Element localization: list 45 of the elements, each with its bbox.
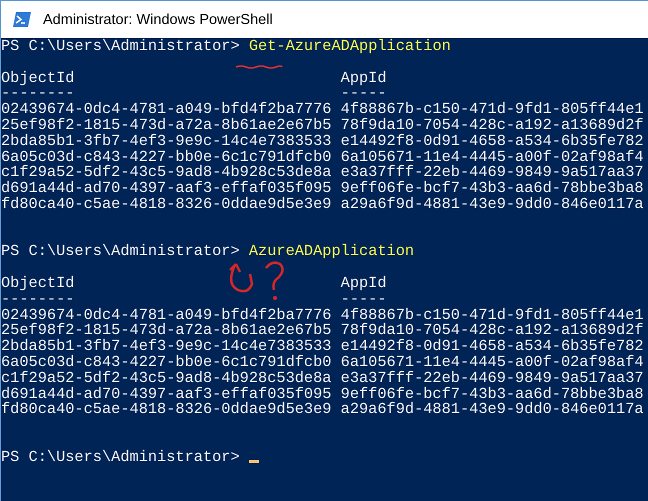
id-cell-text: d691a44d-ad70-4397-aaf3-effaf035f095 [1, 386, 332, 402]
id-cell-text: 6a105671-11e4-4445-a00f-02af98af4 [340, 354, 645, 371]
column-header: AppId [340, 276, 388, 292]
prompt-text: PS C:\Users\Administrator> [1, 244, 240, 260]
id-cell-text: 2bda85b1-3fb7-4ef3-9e9c-14c4e7383533 [1, 134, 332, 150]
id-cell-text: 02439674-0dc4-4781-a049-bfd4f2ba7776 [1, 308, 332, 324]
id-cell-text: 2bda85b1-3fb7-4ef3-9e9c-14c4e7383533 [1, 339, 332, 355]
id-cell-text: 4f88867b-c150-471d-9fd1-805ff44e1 [340, 102, 645, 118]
id-cell-text: a29a6f9d-4881-43e9-9dd0-846e0117a [340, 402, 645, 418]
id-cell-text: 25ef98f2-1815-473d-a72a-8b61ae2e67b5 [1, 323, 332, 340]
id-cell-text: 6a105671-11e4-4445-a00f-02af98af4 [340, 150, 645, 166]
column-header: ObjectId [1, 276, 76, 292]
id-cell-text: 4f88867b-c150-471d-9fd1-805ff44e1 [340, 308, 645, 324]
header-rule: ----- [340, 86, 387, 102]
text-cursor [248, 460, 259, 463]
id-cell-text: c1f29a52-5df2-43c5-9ad8-4b928c53de8a [1, 370, 332, 387]
id-cell-text: d691a44d-ad70-4397-aaf3-effaf035f095 [1, 181, 332, 197]
id-cell-text: 78f9da10-7054-428c-a192-a13689d2f [340, 118, 645, 134]
id-cell-text: a29a6f9d-4881-43e9-9dd0-846e0117a [340, 196, 645, 213]
id-cell-text: 6a05c03d-c843-4227-bb0e-6c1c791dfcb0 [1, 150, 332, 166]
id-cell-text: e3a37fff-22eb-4469-9849-9a517aa37 [340, 165, 645, 182]
window-title: Administrator: Windows PowerShell [43, 12, 273, 28]
id-cell-text: fd80ca40-c5ae-4818-8326-0ddae9d5e3e9 [1, 196, 332, 213]
column-header: ObjectId [1, 70, 76, 86]
powershell-icon [13, 12, 31, 27]
id-cell-text: 9eff06fe-bcf7-43b3-aa6d-78bbe3ba8 [340, 181, 645, 197]
id-cell-text: 02439674-0dc4-4781-a049-bfd4f2ba7776 [1, 102, 332, 118]
header-rule: -------- [1, 292, 74, 308]
id-cell-text: 6a05c03d-c843-4227-bb0e-6c1c791dfcb0 [1, 354, 332, 371]
id-cell-text: e3a37fff-22eb-4469-9849-9a517aa37 [340, 370, 645, 387]
underline-scribble [235, 64, 283, 70]
column-header: AppId [340, 70, 388, 86]
id-cell-text: 25ef98f2-1815-473d-a72a-8b61ae2e67b5 [1, 118, 332, 134]
id-cell-text: c1f29a52-5df2-43c5-9ad8-4b928c53de8a [1, 165, 332, 182]
id-cell-text: 78f9da10-7054-428c-a192-a13689d2f [340, 323, 645, 340]
prompt-text: PS C:\Users\Administrator> [1, 450, 240, 466]
command-text: AzureADApplication [248, 244, 414, 260]
header-rule: ----- [340, 292, 387, 308]
id-cell-text: 9eff06fe-bcf7-43b3-aa6d-78bbe3ba8 [340, 386, 645, 402]
id-cell-text: fd80ca40-c5ae-4818-8326-0ddae9d5e3e9 [1, 402, 332, 418]
command-text: Get-AzureADApplication [248, 39, 451, 55]
id-cell-text: e14492f8-0d91-4658-a534-6b35fe782 [340, 339, 645, 355]
prompt-text: PS C:\Users\Administrator> [1, 39, 240, 55]
header-rule: -------- [1, 86, 74, 102]
id-cell-text: e14492f8-0d91-4658-a534-6b35fe782 [340, 134, 645, 150]
